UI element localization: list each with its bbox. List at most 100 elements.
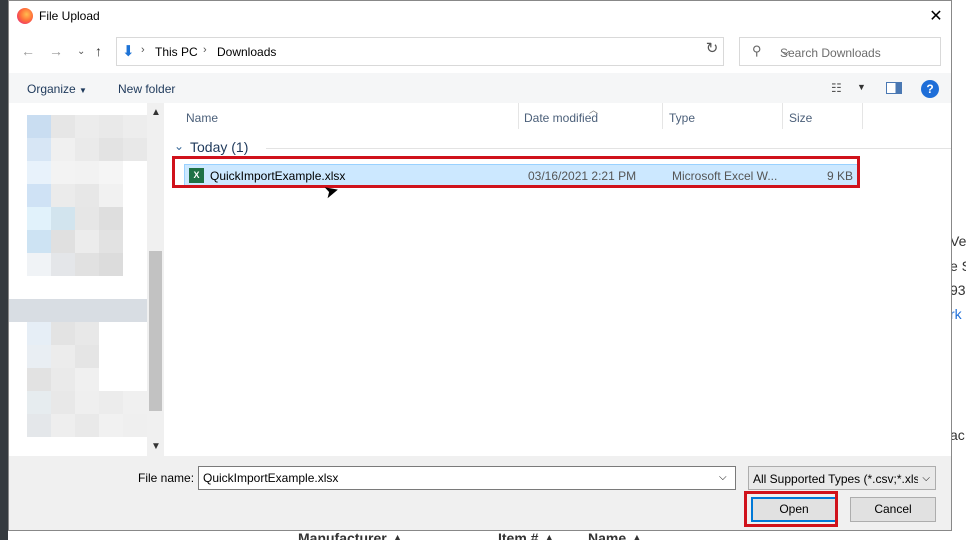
column-header-size[interactable]: Size <box>789 111 812 125</box>
help-icon[interactable]: ? <box>921 80 939 98</box>
group-label: Today (1) <box>190 139 249 155</box>
blurred-nav-item <box>75 368 99 391</box>
firefox-icon <box>17 8 33 24</box>
scroll-up-icon[interactable]: ▲ <box>151 107 161 118</box>
close-button[interactable]: ✕ <box>921 1 951 31</box>
blurred-nav-item <box>51 253 75 276</box>
blurred-nav-item <box>27 207 51 230</box>
blurred-nav-item <box>51 322 75 345</box>
collapse-chevron-icon[interactable]: ⌄ <box>174 139 184 153</box>
new-folder-button[interactable]: New folder <box>118 82 175 96</box>
blurred-nav-item <box>75 322 99 345</box>
scrollbar-thumb[interactable] <box>149 251 162 411</box>
navigation-pane-scrollbar[interactable]: ▲ ▼ <box>147 103 164 456</box>
blurred-nav-item <box>123 115 147 138</box>
blurred-nav-item <box>51 414 75 437</box>
cancel-button[interactable]: Cancel <box>850 497 936 522</box>
back-arrow-icon[interactable]: ← <box>21 43 35 59</box>
blurred-nav-item <box>75 345 99 368</box>
blurred-nav-item <box>51 345 75 368</box>
command-toolbar: Organize ▼ New folder ☷ ▼ ? <box>9 73 951 103</box>
blurred-nav-item <box>75 161 99 184</box>
view-options-icon[interactable]: ☷ <box>831 81 842 95</box>
blurred-nav-item <box>51 368 75 391</box>
file-name-input[interactable] <box>198 466 736 490</box>
address-bar[interactable]: ⬇ › This PC › Downloads ⌵ <box>116 37 789 66</box>
breadcrumb-separator-icon[interactable]: › <box>141 44 145 56</box>
column-header-date-modified[interactable]: Date modified <box>524 111 598 125</box>
blurred-nav-item <box>123 138 147 161</box>
blurred-nav-item <box>27 138 51 161</box>
group-header-today[interactable]: ⌄ Today (1) <box>174 139 951 157</box>
blurred-nav-item <box>27 184 51 207</box>
background-column-name: Name ▲ <box>588 530 644 540</box>
blurred-nav-item <box>75 253 99 276</box>
breadcrumb-separator-icon[interactable]: › <box>203 44 207 56</box>
filter-dropdown-chevron-icon: ⌵ <box>922 473 930 484</box>
blurred-nav-item <box>75 391 99 414</box>
blurred-nav-item <box>27 230 51 253</box>
preview-pane-icon[interactable] <box>886 82 902 94</box>
blurred-nav-item <box>75 207 99 230</box>
forward-arrow-icon[interactable]: → <box>49 43 63 59</box>
background-column-item: Item # ▲ <box>498 530 557 540</box>
blurred-nav-item <box>27 414 51 437</box>
title-bar: File Upload ✕ <box>9 1 951 32</box>
column-header-name[interactable]: Name <box>186 111 218 125</box>
blurred-nav-item <box>99 161 123 184</box>
annotation-highlight-file-row <box>172 156 860 188</box>
file-name-dropdown-chevron-icon[interactable]: ⌵ <box>719 472 727 483</box>
blurred-nav-item <box>27 253 51 276</box>
scroll-down-icon[interactable]: ▼ <box>151 441 161 452</box>
breadcrumb-downloads[interactable]: Downloads <box>217 45 276 59</box>
blurred-nav-item <box>51 184 75 207</box>
dialog-title: File Upload <box>39 9 100 23</box>
annotation-highlight-open-button <box>744 491 838 527</box>
navigation-pane[interactable]: ▲ ▼ <box>9 103 164 456</box>
blurred-nav-item <box>51 115 75 138</box>
breadcrumb-this-pc[interactable]: This PC <box>155 45 198 59</box>
background-text: 93 <box>950 282 966 298</box>
column-divider[interactable] <box>782 103 783 129</box>
search-icon: ⚲ <box>752 43 762 58</box>
file-type-filter-value: All Supported Types (*.csv;*.xls; <box>753 472 918 486</box>
view-dropdown-caret-icon[interactable]: ▼ <box>857 82 866 92</box>
column-header-type[interactable]: Type <box>669 111 695 125</box>
blurred-nav-item <box>99 115 123 138</box>
blurred-nav-item <box>99 230 123 253</box>
organize-menu-button[interactable]: Organize ▼ <box>27 82 87 96</box>
blurred-nav-item <box>27 345 51 368</box>
blurred-nav-item <box>51 161 75 184</box>
blurred-nav-item <box>9 299 147 322</box>
blurred-nav-item <box>123 391 147 414</box>
blurred-nav-item <box>27 322 51 345</box>
blurred-nav-item <box>51 138 75 161</box>
search-box[interactable]: ⚲ Search Downloads <box>739 37 941 66</box>
column-divider[interactable] <box>518 103 519 129</box>
refresh-icon[interactable]: ↻ <box>699 39 725 61</box>
background-text: e S <box>950 258 966 274</box>
blurred-nav-item <box>27 161 51 184</box>
blurred-nav-item <box>75 230 99 253</box>
blurred-nav-item <box>75 138 99 161</box>
file-type-filter-select[interactable]: All Supported Types (*.csv;*.xls; ⌵ <box>748 466 936 490</box>
file-upload-dialog: File Upload ✕ ← → ⌄ ↑ ⬇ › This PC › Down… <box>8 0 952 531</box>
blurred-nav-item <box>27 391 51 414</box>
navigation-bar: ← → ⌄ ↑ ⬇ › This PC › Downloads ⌵ ↻ ⚲ Se… <box>9 35 951 69</box>
recent-locations-chevron-icon[interactable]: ⌄ <box>77 46 85 57</box>
blurred-nav-item <box>99 207 123 230</box>
column-divider[interactable] <box>862 103 863 129</box>
column-header-row: Name ︿ Date modified Type Size <box>164 103 951 129</box>
blurred-nav-item <box>75 184 99 207</box>
up-arrow-icon[interactable]: ↑ <box>95 43 102 59</box>
blurred-nav-item <box>27 115 51 138</box>
blurred-nav-item <box>99 253 123 276</box>
blurred-nav-item <box>51 230 75 253</box>
blurred-nav-item <box>99 391 123 414</box>
blurred-nav-item <box>75 414 99 437</box>
blurred-nav-item <box>123 414 147 437</box>
background-column-manufacturer: Manufacturer ▲ <box>298 530 405 540</box>
blurred-nav-item <box>27 368 51 391</box>
column-divider[interactable] <box>662 103 663 129</box>
file-name-label: File name: <box>138 471 195 485</box>
